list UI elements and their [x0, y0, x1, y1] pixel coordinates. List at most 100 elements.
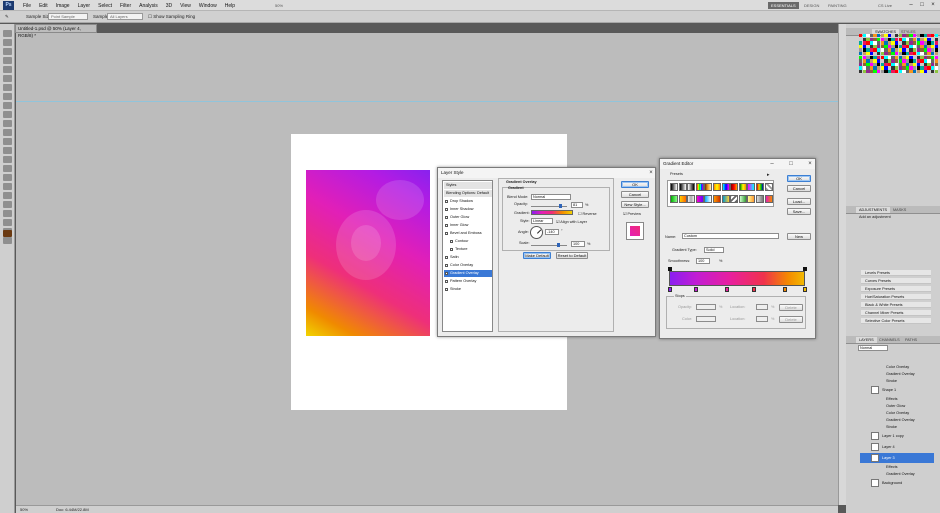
tool-icon[interactable] — [3, 111, 12, 118]
color-stop-5[interactable] — [783, 287, 787, 292]
tool-icon[interactable] — [3, 129, 12, 136]
layer-effect-item[interactable]: Gradient Overlay — [860, 471, 934, 478]
reverse-checkbox[interactable]: ☐ Reverse — [578, 211, 597, 216]
layer-row[interactable]: Layer 1 copy — [860, 431, 934, 441]
gradient-preset[interactable] — [730, 183, 739, 191]
tool-icon[interactable] — [3, 147, 12, 154]
preview-checkbox[interactable]: ☑ Preview — [623, 211, 641, 216]
tool-icon[interactable] — [3, 237, 12, 244]
layer-style-item[interactable]: Styles — [444, 182, 492, 189]
layer-effect-item[interactable]: Stroke — [860, 424, 934, 431]
opacity-stop-left[interactable] — [668, 267, 672, 271]
workspace-painting[interactable]: PAINTING — [825, 2, 850, 9]
menu-image[interactable]: Image — [52, 3, 74, 9]
gradient-picker[interactable] — [531, 210, 573, 215]
layer-effect-item[interactable]: Color Overlay — [860, 410, 934, 417]
layer-effect-item[interactable]: Gradient Overlay — [860, 417, 934, 424]
gradient-preset[interactable] — [721, 183, 730, 191]
adjustment-preset-item[interactable]: Channel Mixer Presets — [861, 310, 931, 316]
layer-style-checkbox[interactable] — [445, 216, 448, 219]
tool-icon[interactable] — [3, 93, 12, 100]
tool-icon[interactable] — [3, 219, 12, 226]
layer-style-item[interactable]: Color Overlay — [444, 262, 492, 269]
gradient-preset[interactable] — [730, 195, 739, 203]
minimize-icon[interactable]: – — [768, 160, 776, 168]
zoom-display[interactable]: 50% — [272, 2, 286, 9]
layer-style-checkbox[interactable] — [445, 208, 448, 211]
menu-analysis[interactable]: Analysis — [135, 3, 162, 9]
close-icon[interactable]: × — [647, 169, 655, 177]
layer-row[interactable]: Background — [860, 478, 934, 488]
gradient-preset[interactable] — [738, 183, 747, 191]
gradient-preset[interactable] — [713, 195, 721, 203]
tool-icon[interactable] — [3, 102, 12, 109]
layer-effect-item[interactable]: Gradient Overlay — [860, 371, 934, 378]
tool-icon[interactable] — [3, 201, 12, 208]
new-style-button[interactable]: New Style... — [621, 201, 649, 208]
gradient-preset[interactable] — [670, 183, 678, 191]
gradient-preset[interactable] — [687, 195, 696, 203]
swatches-grid[interactable] — [859, 34, 938, 74]
scale-slider-knob[interactable] — [557, 243, 560, 247]
tool-icon[interactable] — [3, 156, 12, 163]
layer-style-item[interactable]: Gradient Overlay — [444, 270, 492, 277]
tab-channels[interactable]: CHANNELS — [876, 337, 903, 343]
eyedropper-tool-icon[interactable]: ✎ — [5, 14, 9, 20]
adjustment-preset-item[interactable]: Exposure Presets — [861, 286, 931, 292]
maximize-icon[interactable]: □ — [917, 1, 927, 9]
adjustment-preset-item[interactable]: Levels Presets — [861, 270, 931, 276]
tab-adjustments[interactable]: ADJUSTMENTS — [856, 207, 891, 213]
layer-style-checkbox[interactable] — [450, 248, 453, 251]
menu-select[interactable]: Select — [94, 3, 116, 9]
layer-style-item[interactable]: Inner Shadow — [444, 206, 492, 213]
gradient-save-button[interactable]: Save... — [787, 208, 811, 215]
gradient-preset[interactable] — [670, 195, 678, 203]
tab-masks[interactable]: MASKS — [890, 207, 909, 213]
layer-style-item[interactable]: Satin — [444, 254, 492, 261]
menu-help[interactable]: Help — [221, 3, 239, 9]
layer-effect-item[interactable]: Outer Glow — [860, 403, 934, 410]
document-tab[interactable]: Untitled-1.psd @ 50% (Layer 4, RGB/8) * — [15, 24, 97, 38]
tool-icon[interactable] — [3, 57, 12, 64]
vertical-scrollbar[interactable] — [838, 24, 846, 505]
show-sampling-ring-checkbox[interactable]: ☐ Show Sampling Ring — [148, 14, 195, 20]
stop-opacity-input[interactable] — [696, 304, 716, 310]
layer-style-checkbox[interactable] — [445, 232, 448, 235]
sample-select[interactable]: All Layers — [107, 13, 143, 20]
tool-icon[interactable] — [3, 75, 12, 82]
adjustment-preset-item[interactable]: Black & White Presets — [861, 302, 931, 308]
opacity-slider-knob[interactable] — [559, 204, 562, 208]
opacity-slider[interactable] — [531, 204, 567, 208]
layer-style-checkbox[interactable] — [445, 256, 448, 259]
blend-mode-select[interactable]: Normal — [531, 194, 571, 200]
color-stop-2[interactable] — [694, 287, 698, 292]
swatch[interactable] — [934, 70, 938, 74]
stop-location-input[interactable] — [756, 304, 768, 310]
workspace-design[interactable]: DESIGN — [801, 2, 822, 9]
layer-row[interactable]: Layer 4 — [860, 442, 934, 452]
tool-icon[interactable] — [3, 210, 12, 217]
gradient-preset[interactable] — [756, 183, 764, 191]
tool-icon[interactable] — [3, 84, 12, 91]
reset-default-button[interactable]: Reset to Default — [556, 252, 588, 259]
layer-effect-item[interactable]: Effects — [860, 464, 934, 471]
menu-file[interactable]: File — [19, 3, 35, 9]
tool-icon[interactable] — [3, 66, 12, 73]
gradient-ok-button[interactable]: OK — [787, 175, 811, 182]
layer-style-cancel-button[interactable]: Cancel — [621, 191, 649, 198]
presets-menu-icon[interactable]: ▸ — [767, 172, 770, 178]
layer-style-checkbox[interactable] — [445, 272, 448, 275]
menu-filter[interactable]: Filter — [116, 3, 135, 9]
layer-row[interactable]: Shape 1 — [860, 385, 934, 395]
gradient-preset[interactable] — [713, 183, 721, 191]
layer-style-checkbox[interactable] — [445, 288, 448, 291]
layer-style-item[interactable]: Inner Glow — [444, 222, 492, 229]
layer-style-checkbox[interactable] — [445, 280, 448, 283]
gradient-preset[interactable] — [747, 195, 756, 203]
scale-input[interactable]: 100 — [571, 241, 585, 247]
layer-style-item[interactable]: Texture — [444, 246, 492, 253]
maximize-icon[interactable]: □ — [787, 160, 795, 168]
presets-grid[interactable] — [667, 180, 774, 207]
guide-line[interactable] — [16, 101, 838, 102]
tool-icon[interactable] — [3, 120, 12, 127]
